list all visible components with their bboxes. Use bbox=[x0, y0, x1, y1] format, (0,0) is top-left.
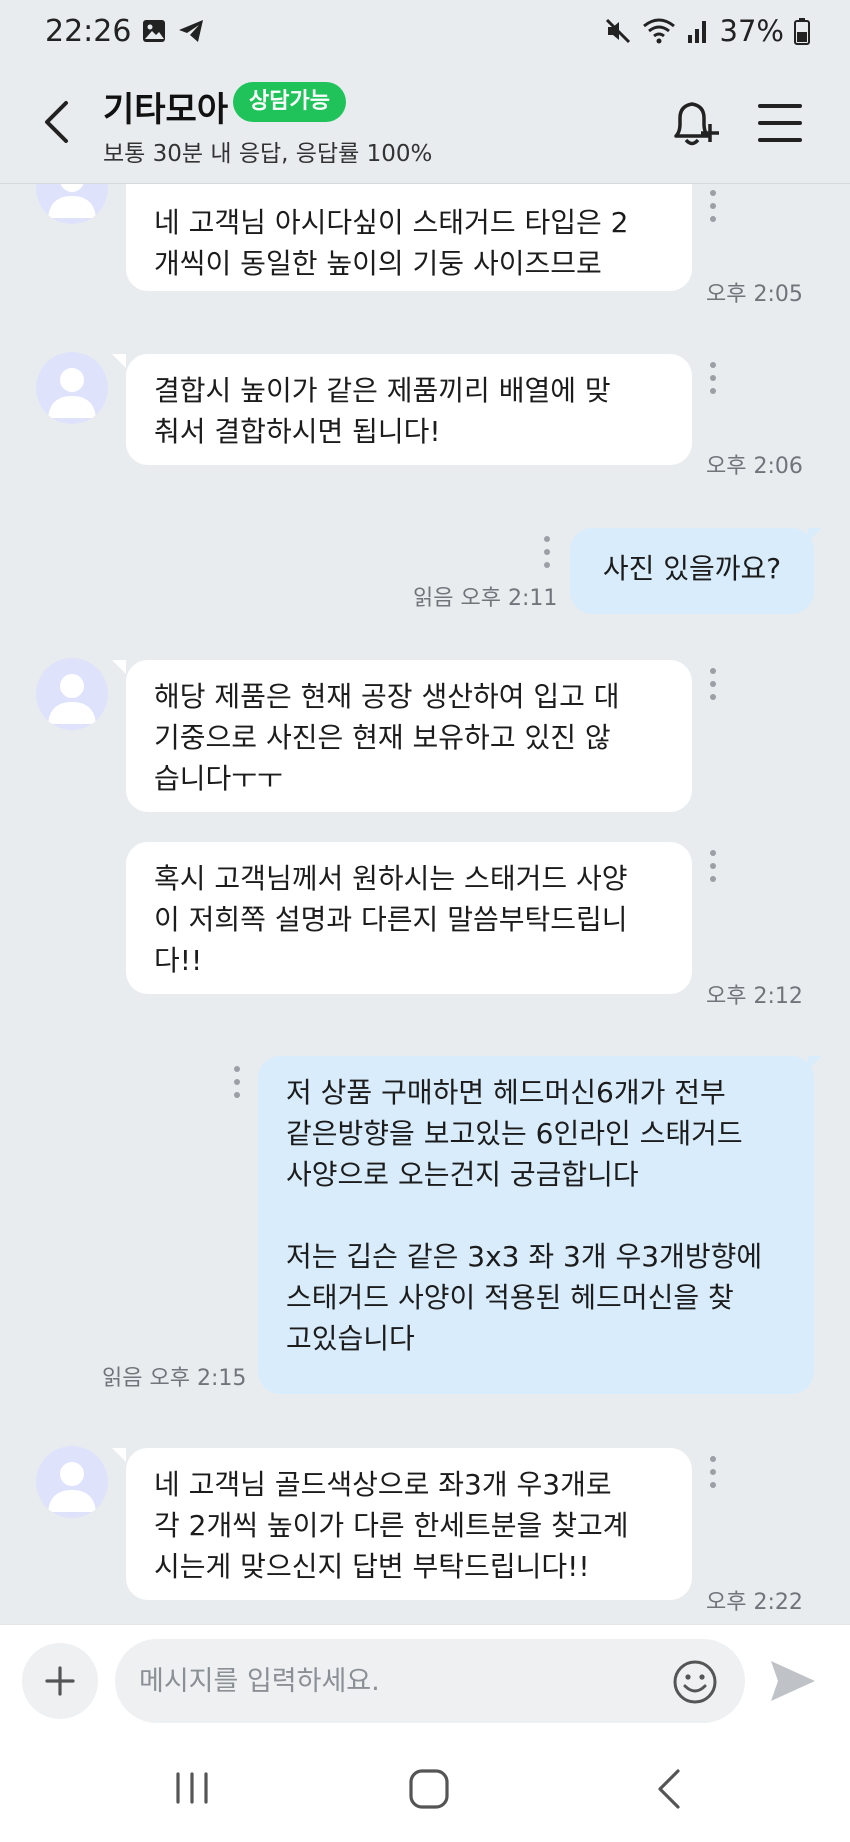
home-button[interactable] bbox=[406, 1766, 452, 1812]
message-bubble-incoming[interactable]: 해당 제품은 현재 공장 생산하여 입고 대 기중으로 사진은 현재 보유하고 … bbox=[126, 660, 692, 812]
message-more-button[interactable] bbox=[232, 1066, 242, 1098]
message-bubble-incoming[interactable]: 혹시 고객님께서 원하시는 스태거드 사양 이 저희쪽 설명과 다른지 말씀부탁… bbox=[126, 842, 692, 994]
recent-apps-icon bbox=[176, 1772, 208, 1804]
message-bubble-incoming[interactable]: 네 고객님 아시다싶이 스태거드 타입은 2 개씩이 동일한 높이의 기둥 사이… bbox=[126, 184, 692, 291]
avatar[interactable] bbox=[36, 184, 108, 224]
chat-header: 기타모아 상담가능 보통 30분 내 응답, 응답률 100% bbox=[0, 62, 850, 184]
status-right: 37% bbox=[604, 14, 810, 48]
user-avatar-icon bbox=[48, 184, 96, 218]
shop-name: 기타모아 bbox=[103, 90, 229, 130]
send-icon bbox=[771, 1661, 815, 1701]
bell-plus-icon bbox=[674, 102, 719, 146]
bubble-tail bbox=[112, 660, 126, 674]
back-button[interactable] bbox=[30, 92, 82, 152]
message-input[interactable] bbox=[115, 1639, 745, 1723]
chevron-left-icon bbox=[45, 101, 68, 143]
user-avatar-icon bbox=[48, 368, 96, 418]
message-more-button[interactable] bbox=[708, 190, 718, 222]
bubble-tail bbox=[808, 528, 822, 542]
plus-icon bbox=[45, 1666, 75, 1696]
message-input-bar bbox=[0, 1624, 850, 1736]
notification-add-button[interactable] bbox=[666, 94, 726, 154]
avatar[interactable] bbox=[36, 352, 108, 424]
signal-icon bbox=[687, 21, 706, 43]
avatar[interactable] bbox=[36, 1446, 108, 1518]
send-button[interactable] bbox=[768, 1657, 818, 1705]
message-more-button[interactable] bbox=[708, 850, 718, 882]
message-time: 읽음 오후 2:15 bbox=[102, 1366, 247, 1391]
message-time: 읽음 오후 2:11 bbox=[413, 586, 558, 611]
menu-button[interactable] bbox=[756, 98, 804, 148]
message-more-button[interactable] bbox=[708, 668, 718, 700]
home-icon bbox=[409, 1769, 449, 1809]
message-time: 오후 2:05 bbox=[706, 282, 803, 307]
system-navigation-bar bbox=[0, 1736, 850, 1842]
bubble-tail bbox=[112, 1448, 126, 1462]
status-badge: 상담가능 bbox=[233, 82, 346, 122]
message-time: 오후 2:22 bbox=[706, 1590, 803, 1615]
bubble-tail bbox=[112, 354, 126, 368]
gallery-icon bbox=[143, 20, 165, 42]
smiley-icon bbox=[673, 1660, 717, 1704]
avatar[interactable] bbox=[36, 658, 108, 730]
wifi-icon bbox=[642, 18, 675, 44]
message-more-button[interactable] bbox=[708, 362, 718, 394]
recent-apps-button[interactable] bbox=[170, 1768, 214, 1808]
attach-button[interactable] bbox=[22, 1643, 98, 1719]
message-bubble-incoming[interactable]: 결합시 높이가 같은 제품끼리 배열에 맞 춰서 결합하시면 됩니다! bbox=[126, 354, 692, 465]
back-arrow-icon bbox=[658, 1769, 680, 1809]
emoji-button[interactable] bbox=[672, 1659, 718, 1705]
message-more-button[interactable] bbox=[542, 536, 552, 568]
status-time: 22:26 bbox=[45, 14, 132, 49]
user-avatar-icon bbox=[48, 674, 96, 724]
message-list[interactable]: 네 고객님 아시다싶이 스태거드 타입은 2 개씩이 동일한 높이의 기둥 사이… bbox=[0, 184, 850, 1624]
bubble-tail bbox=[808, 1056, 822, 1070]
battery-icon bbox=[794, 18, 810, 45]
message-more-button[interactable] bbox=[708, 1456, 718, 1488]
hamburger-menu-icon bbox=[758, 104, 802, 142]
telegram-icon bbox=[179, 20, 203, 42]
message-time: 오후 2:06 bbox=[706, 454, 803, 479]
message-bubble-incoming[interactable]: 네 고객님 골드색상으로 좌3개 우3개로 각 2개씩 높이가 다른 한세트분을… bbox=[126, 1448, 692, 1600]
mute-icon bbox=[605, 18, 630, 44]
battery-percent: 37% bbox=[719, 14, 784, 48]
system-back-button[interactable] bbox=[650, 1766, 690, 1812]
message-bubble-outgoing[interactable]: 저 상품 구매하면 헤드머신6개가 전부 같은방향을 보고있는 6인라인 스태거… bbox=[258, 1056, 814, 1394]
message-bubble-outgoing[interactable]: 사진 있을까요? bbox=[570, 528, 814, 614]
message-time: 오후 2:12 bbox=[706, 984, 803, 1009]
chat-screen: 22:26 37% 기타모아 상담가능 보통 30분 내 응답, 응답률 100… bbox=[0, 0, 850, 1842]
status-bar: 22:26 37% bbox=[0, 0, 850, 62]
user-avatar-icon bbox=[48, 1462, 96, 1512]
response-info: 보통 30분 내 응답, 응답률 100% bbox=[103, 141, 433, 167]
